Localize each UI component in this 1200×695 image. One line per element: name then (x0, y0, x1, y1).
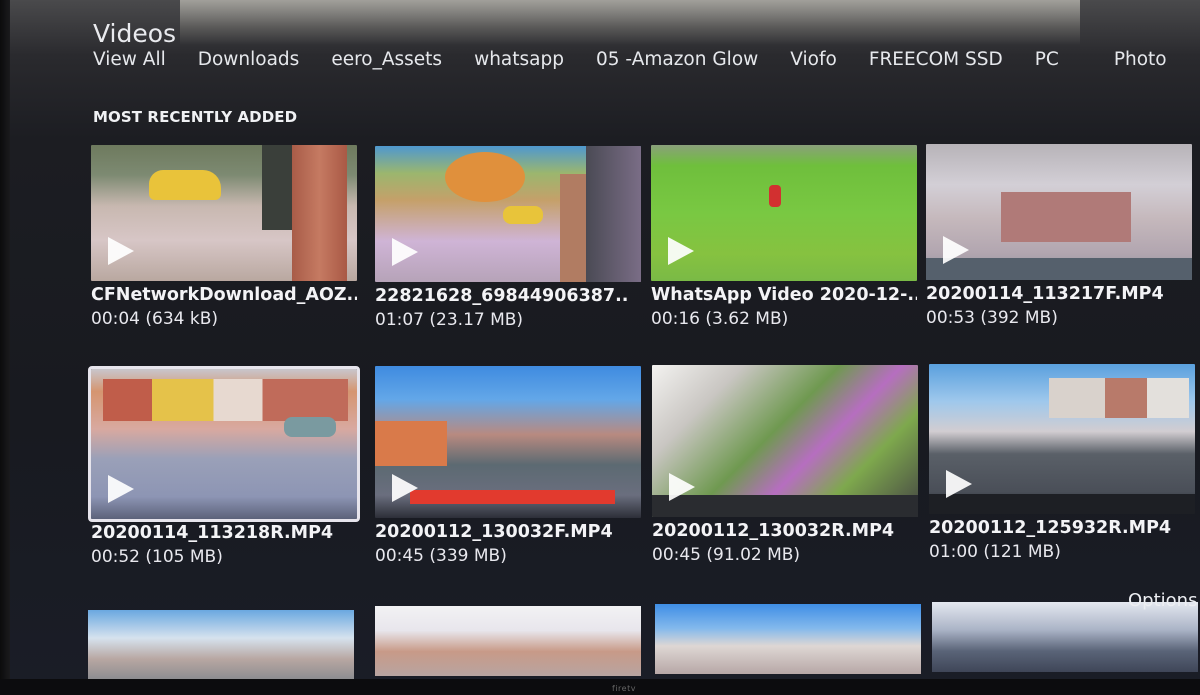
thumbnail-scene (503, 206, 543, 224)
play-icon (108, 475, 134, 503)
options-button[interactable]: Options (1128, 590, 1197, 611)
tab-freecom-ssd[interactable]: FREECOM SSD (869, 49, 1003, 70)
play-icon (392, 238, 418, 266)
folder-tabs: View All Downloads eero_Assets whatsapp … (93, 49, 1199, 70)
tv-bezel-bottom: firetv (0, 679, 1200, 695)
thumbnail-scene (1001, 192, 1131, 242)
video-title: 20200112_125932R.MP4 (929, 518, 1172, 538)
section-heading: MOST RECENTLY ADDED (93, 108, 298, 126)
tv-bezel-left (0, 0, 10, 695)
video-thumbnail[interactable] (926, 144, 1192, 280)
video-card[interactable]: 22821628_69844906387.. 01:07 (23.17 MB) (375, 146, 641, 330)
video-card[interactable]: 20200114_113217F.MP4 00:53 (392 MB) (926, 144, 1192, 328)
video-meta: 00:52 (105 MB) (91, 547, 223, 567)
video-thumbnail-partial[interactable] (655, 604, 921, 674)
play-icon (108, 237, 134, 265)
video-card[interactable]: CFNetworkDownload_AOZ.. 00:04 (634 kB) (91, 145, 357, 329)
video-card[interactable]: 20200112_130032F.MP4 00:45 (339 MB) (375, 366, 641, 566)
tab-pc[interactable]: PC (1035, 49, 1059, 70)
video-meta: 01:07 (23.17 MB) (375, 310, 524, 330)
video-title: CFNetworkDownload_AOZ.. (91, 285, 357, 305)
video-thumbnail[interactable] (652, 365, 918, 517)
screen-glare (180, 0, 1080, 45)
play-icon (669, 473, 695, 501)
video-title: 20200112_130032F.MP4 (375, 522, 613, 542)
video-meta: 01:00 (121 MB) (929, 542, 1061, 562)
tab-photo[interactable]: Photo (1114, 49, 1167, 70)
video-card-selected[interactable]: 20200114_113218R.MP4 00:52 (105 MB) (88, 366, 360, 567)
tab-eero-assets[interactable]: eero_Assets (331, 49, 442, 70)
play-icon (668, 237, 694, 265)
thumbnail-scene (262, 145, 292, 230)
video-thumbnail[interactable] (375, 146, 641, 282)
play-icon (946, 470, 972, 498)
video-title: WhatsApp Video 2020-12-.. (651, 285, 917, 305)
video-title: 20200114_113218R.MP4 (91, 523, 334, 543)
video-meta: 00:53 (392 MB) (926, 308, 1058, 328)
video-thumbnail-partial[interactable] (375, 606, 641, 676)
video-meta: 00:45 (91.02 MB) (652, 545, 801, 565)
video-title: 22821628_69844906387.. (375, 286, 629, 306)
video-thumbnail[interactable] (91, 145, 357, 281)
thumbnail-scene (149, 170, 221, 200)
tab-amazon-glow[interactable]: 05 -Amazon Glow (596, 49, 758, 70)
video-title: 20200112_130032R.MP4 (652, 521, 895, 541)
thumbnail-scene (410, 490, 615, 504)
video-thumbnail-partial[interactable] (88, 610, 354, 680)
video-thumbnail[interactable] (88, 366, 360, 522)
thumbnail-scene (284, 417, 336, 437)
thumbnail-scene (375, 421, 447, 466)
page-title: Videos (93, 18, 177, 48)
tab-whatsapp[interactable]: whatsapp (474, 49, 564, 70)
play-icon (943, 236, 969, 264)
tab-view-all[interactable]: View All (93, 49, 166, 70)
video-thumbnail[interactable] (651, 145, 917, 281)
thumbnail-scene (586, 146, 641, 282)
video-thumbnail[interactable] (375, 366, 641, 518)
thumbnail-scene (769, 185, 781, 207)
video-title: 20200114_113217F.MP4 (926, 284, 1164, 304)
video-card[interactable]: 20200112_125932R.MP4 01:00 (121 MB) (929, 364, 1195, 562)
video-thumbnail-partial[interactable] (932, 602, 1198, 672)
video-card[interactable]: 20200112_130032R.MP4 00:45 (91.02 MB) (652, 365, 918, 565)
thumbnail-scene (1049, 378, 1189, 418)
video-thumbnail[interactable] (929, 364, 1195, 514)
video-meta: 00:16 (3.62 MB) (651, 309, 789, 329)
video-card[interactable]: WhatsApp Video 2020-12-.. 00:16 (3.62 MB… (651, 145, 917, 329)
thumbnail-scene (103, 379, 348, 421)
thumbnail-scene (292, 145, 347, 281)
tv-brand-logo: firetv (612, 684, 636, 693)
tab-viofo[interactable]: Viofo (790, 49, 837, 70)
tab-downloads[interactable]: Downloads (198, 49, 300, 70)
video-meta: 00:45 (339 MB) (375, 546, 507, 566)
play-icon (392, 474, 418, 502)
thumbnail-scene (445, 152, 525, 202)
video-meta: 00:04 (634 kB) (91, 309, 219, 329)
